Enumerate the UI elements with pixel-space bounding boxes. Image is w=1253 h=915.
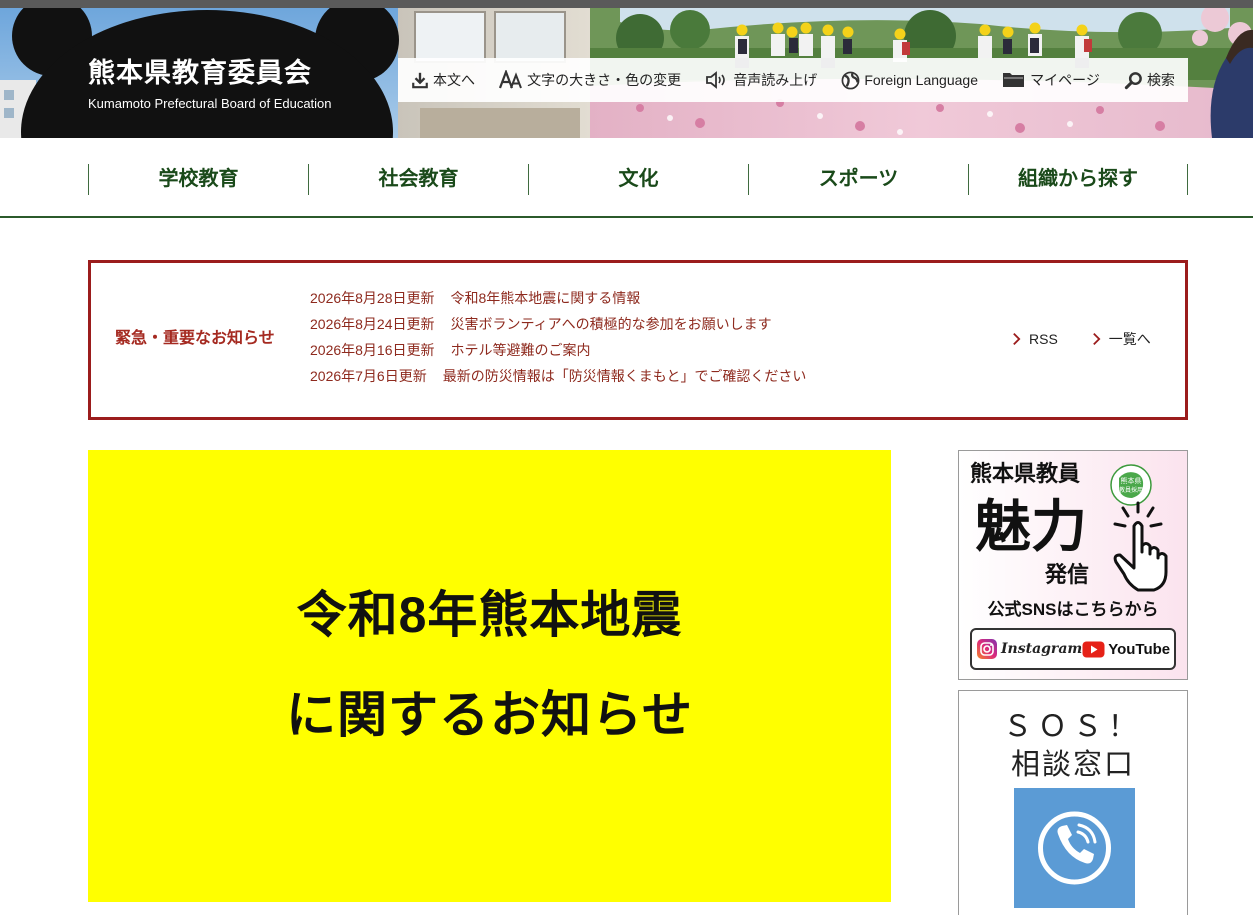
site-title[interactable]: 熊本県教育委員会: [88, 56, 312, 90]
search-icon: [1124, 71, 1142, 89]
nav-item-school-education[interactable]: 学校教育: [88, 164, 308, 195]
svg-text:熊本県: 熊本県: [1121, 476, 1142, 485]
sos-banner-line-1: ＳＯＳ！: [1002, 711, 1143, 743]
notice-list-link[interactable]: 一覧へ: [1092, 329, 1151, 349]
notice-links: RSS 一覧へ: [1012, 329, 1151, 349]
notice-title[interactable]: ホテル等避難のご案内: [451, 342, 591, 358]
nav-item-social-education[interactable]: 社会教育: [308, 164, 528, 195]
rss-label: RSS: [1029, 331, 1058, 347]
sns-banner-line-3: 発信: [1045, 562, 1090, 587]
download-icon: [412, 72, 428, 89]
list-label: 一覧へ: [1108, 331, 1151, 347]
utility-search[interactable]: 検索: [1124, 70, 1175, 90]
notice-list: 2026年8月28日更新 令和8年熊本地震に関する情報 2026年8月24日更新災…: [310, 285, 806, 389]
earthquake-info-banner[interactable]: 令和8年熊本地震 に関するお知らせ: [88, 450, 891, 902]
top-strip: [0, 0, 1253, 8]
nav-item-search-by-organization[interactable]: 組織から探す: [968, 164, 1188, 195]
banner-line-1: 令和8年熊本地震: [296, 587, 683, 643]
folder-icon: [1003, 73, 1025, 87]
banner-line-2: に関するお知らせ: [286, 687, 693, 743]
utility-label: マイページ: [1030, 72, 1100, 88]
notice-date: 2026年8月28日更新: [310, 290, 435, 306]
teacher-sns-banner[interactable]: 熊本県教員 魅力 発信 熊本県 教員採用 公式SNSはこちらから Instagr…: [958, 450, 1188, 680]
utility-text-size-color[interactable]: 文字の大きさ・色の変更: [499, 70, 681, 90]
notice-date: 2026年7月6日更新: [310, 368, 427, 384]
chevron-right-icon: [1092, 332, 1101, 346]
chevron-right-icon: [1013, 332, 1021, 346]
utility-skip-to-content[interactable]: 本文へ: [411, 70, 475, 90]
sns-banner-line-1: 熊本県教員: [970, 461, 1081, 486]
notice-heading: 緊急・重要なお知らせ: [115, 330, 275, 347]
notice-date: 2026年8月16日更新: [310, 342, 435, 358]
notice-item[interactable]: 2026年8月28日更新 令和8年熊本地震に関する情報: [310, 285, 806, 311]
utility-my-page[interactable]: マイページ: [1002, 70, 1100, 90]
rss-link[interactable]: RSS: [1012, 329, 1058, 349]
utility-label: Foreign Language: [864, 72, 978, 88]
notice-title[interactable]: 令和8年熊本地震に関する情報: [451, 290, 641, 306]
phone-icon: [1038, 811, 1111, 885]
youtube-label: YouTube: [1108, 640, 1171, 658]
sns-banner-line-2: 魅力: [975, 495, 1087, 558]
sos-banner-line-2: 相談窓口: [1010, 749, 1135, 781]
sos-phone-tile: [1014, 788, 1135, 908]
notice-title[interactable]: 災害ボランティアへの積極的な参加をお願いします: [451, 316, 772, 332]
notice-title[interactable]: 最新の防災情報は「防災情報くまもと」でご確認ください: [443, 368, 807, 384]
nav-list: 学校教育 社会教育 文化 スポーツ 組織から探す: [88, 164, 1188, 195]
site-subtitle: Kumamoto Prefectural Board of Education: [88, 96, 332, 111]
pointing-hand-icon: [1113, 501, 1168, 592]
sos-consultation-banner[interactable]: ＳＯＳ！ 相談窓口: [958, 690, 1188, 915]
notice-item[interactable]: 2026年7月6日更新 最新の防災情報は「防災情報くまもと」でご確認ください: [310, 363, 806, 389]
sns-links-box: Instagram YouTube: [970, 628, 1176, 670]
instagram-icon: [977, 639, 997, 659]
utility-bar: 本文へ 文字の大きさ・色の変更 音声読み上げ Foreign Language: [398, 58, 1188, 102]
utility-label: 文字の大きさ・色の変更: [527, 72, 682, 88]
youtube-icon: [1082, 641, 1105, 657]
utility-foreign-language[interactable]: Foreign Language: [841, 71, 978, 90]
nav-item-sports[interactable]: スポーツ: [748, 164, 968, 195]
nav-item-culture[interactable]: 文化: [528, 164, 748, 195]
utility-label: 音声読み上げ: [733, 72, 818, 88]
speaker-icon: [706, 71, 726, 89]
notice-item[interactable]: 2026年8月24日更新 災害ボランティアへの積極的な参加をお願いします: [310, 311, 806, 337]
utility-read-aloud[interactable]: 音声読み上げ: [705, 70, 817, 90]
instagram-link[interactable]: Instagram: [976, 638, 1082, 660]
svg-text:教員採用: 教員採用: [1119, 486, 1143, 494]
instagram-label: Instagram: [1001, 641, 1083, 657]
site-header: 熊本県教育委員会 Kumamoto Prefectural Board of E…: [0, 8, 1253, 138]
sns-caption: 公式SNSはこちらから: [987, 600, 1159, 619]
global-nav: 学校教育 社会教育 文化 スポーツ 組織から探す: [0, 138, 1253, 218]
text-size-icon: [499, 70, 523, 89]
emergency-notice-box: 緊急・重要なお知らせ 2026年8月28日更新 令和8年熊本地震に関する情報 20…: [88, 260, 1188, 420]
globe-icon: [841, 71, 860, 89]
notice-item[interactable]: 2026年8月16日更新 ホテル等避難のご案内: [310, 337, 806, 363]
utility-label: 本文へ: [433, 72, 475, 88]
youtube-link[interactable]: YouTube: [1082, 641, 1170, 658]
utility-label: 検索: [1146, 72, 1175, 88]
notice-date: 2026年8月24日更新: [310, 316, 435, 332]
